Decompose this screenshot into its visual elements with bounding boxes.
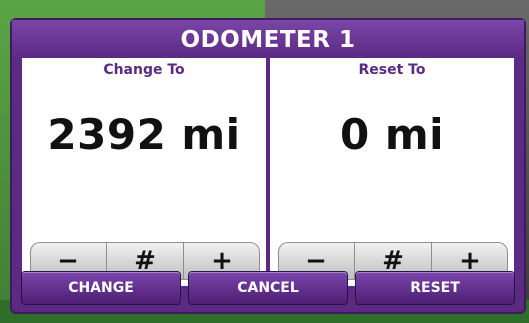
change-to-panel: Change To 2392 mi − # + bbox=[22, 58, 266, 286]
plus-icon: + bbox=[459, 246, 481, 276]
minus-icon: − bbox=[305, 246, 327, 276]
reset-to-panel: Reset To 0 mi − # + bbox=[270, 58, 514, 286]
dialog-title: ODOMETER 1 bbox=[12, 20, 524, 58]
odometer-dialog: ODOMETER 1 Change To 2392 mi − # + Reset… bbox=[12, 20, 524, 312]
hash-icon: # bbox=[382, 246, 404, 276]
change-to-label: Change To bbox=[103, 62, 185, 78]
change-to-value: 2392 mi bbox=[47, 110, 241, 159]
minus-icon: − bbox=[57, 246, 79, 276]
hash-icon: # bbox=[134, 246, 156, 276]
action-bar: CHANGE CANCEL RESET bbox=[22, 272, 514, 306]
change-button[interactable]: CHANGE bbox=[22, 272, 180, 304]
reset-to-value: 0 mi bbox=[339, 110, 444, 159]
reset-button[interactable]: RESET bbox=[356, 272, 514, 304]
reset-to-label: Reset To bbox=[358, 62, 426, 78]
cancel-button[interactable]: CANCEL bbox=[189, 272, 347, 304]
plus-icon: + bbox=[211, 246, 233, 276]
